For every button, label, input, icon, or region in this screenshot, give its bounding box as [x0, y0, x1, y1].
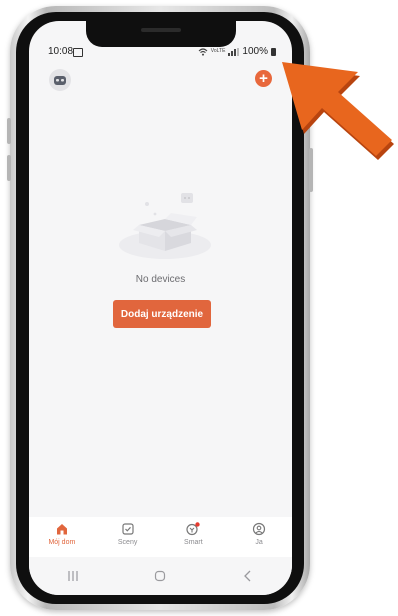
bottom-tab-bar: Mój dom Sceny Smart Ja [29, 517, 292, 557]
empty-state-message: No devices [135, 274, 186, 285]
tab-label: Smart [184, 539, 203, 546]
home-icon [56, 524, 67, 535]
pointer-arrow-icon [282, 62, 394, 160]
battery-percent: 100% [242, 46, 268, 57]
gallery-notification-icon [73, 48, 83, 57]
home-avatar-button[interactable] [49, 69, 71, 91]
signal-icon [228, 47, 240, 56]
phone-side-button [7, 155, 11, 181]
wifi-icon [198, 47, 208, 56]
tab-home[interactable]: Mój dom [32, 522, 92, 546]
checkbox-icon [122, 523, 134, 535]
volte-icon: VoLTE [210, 48, 226, 54]
speaker [141, 28, 181, 32]
add-device-button[interactable]: + [255, 70, 272, 87]
home-nav-icon[interactable] [154, 570, 166, 582]
phone-side-button [7, 118, 11, 144]
system-navigation-bar [29, 557, 292, 595]
tab-scenes[interactable]: Sceny [98, 522, 158, 546]
app-screen: 10:08 VoLTE 100% + No devices Dodaj urzą… [29, 21, 292, 595]
smart-icon [186, 522, 201, 536]
tab-label: Ja [255, 539, 263, 546]
user-icon [253, 522, 266, 536]
notch [86, 21, 236, 47]
tab-label: Sceny [117, 539, 138, 546]
tab-smart[interactable]: Smart [163, 522, 223, 546]
status-bar: 10:08 VoLTE 100% [29, 46, 292, 62]
back-icon[interactable] [242, 570, 254, 582]
recent-apps-icon[interactable] [67, 570, 79, 582]
add-device-primary-button[interactable]: Dodaj urządzenie [113, 300, 211, 328]
empty-box-illustration [119, 193, 211, 259]
tab-label: Mój dom [48, 539, 76, 546]
tab-me[interactable]: Ja [229, 522, 289, 546]
status-right: VoLTE 100% [198, 46, 276, 57]
status-time: 10:08 [48, 46, 74, 57]
plus-icon: + [259, 70, 268, 87]
battery-icon [271, 47, 276, 56]
robot-avatar-icon [54, 76, 66, 85]
